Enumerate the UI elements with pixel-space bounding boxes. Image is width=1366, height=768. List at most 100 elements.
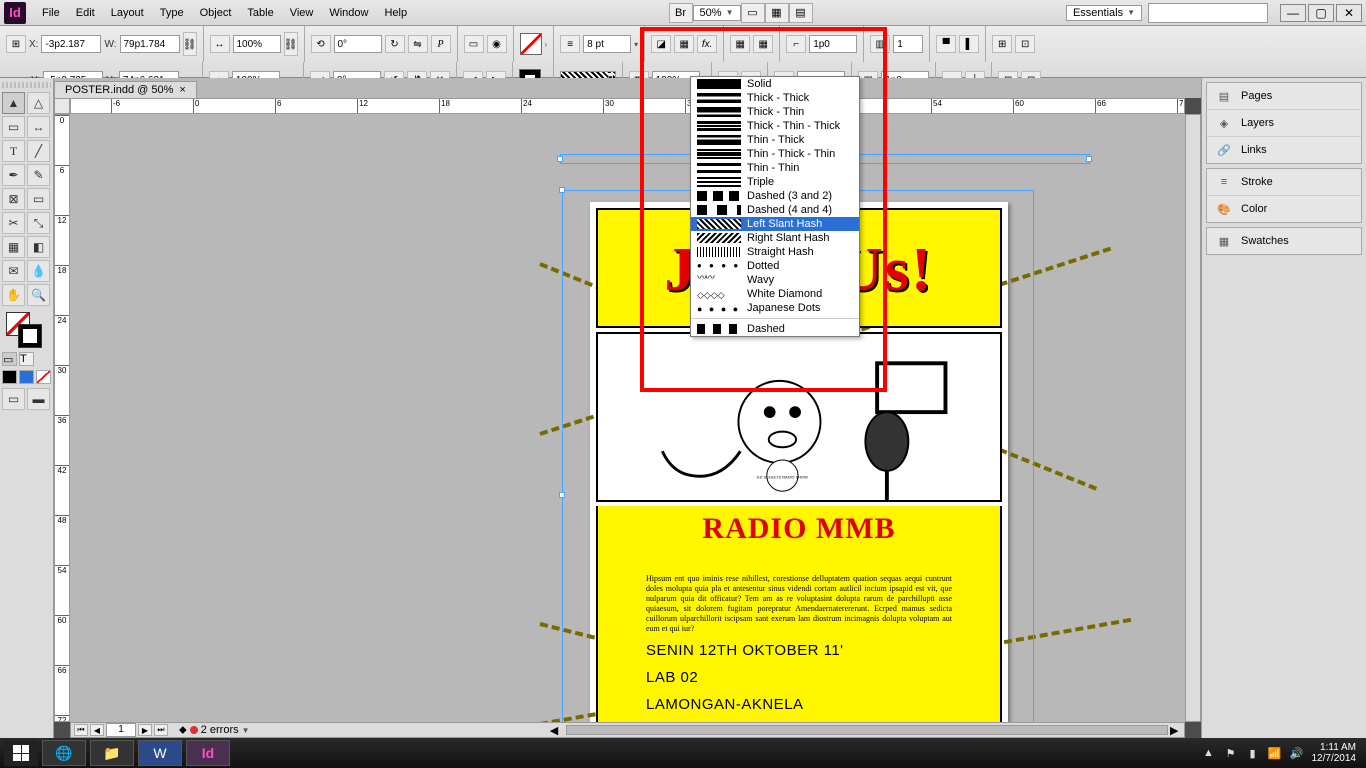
rotate-cw-icon[interactable]: ↻: [385, 35, 405, 53]
col-num-input[interactable]: 1: [893, 35, 923, 53]
free-transform-tool[interactable]: ⤡: [27, 212, 50, 234]
fill-stroke-swatch[interactable]: [2, 312, 51, 348]
opacity-icon[interactable]: ▦: [674, 35, 694, 53]
stroke-option-dashed-4-and-4-[interactable]: Dashed (4 and 4): [691, 203, 859, 217]
rotate-input[interactable]: 0°: [334, 35, 382, 53]
stroke-type-dropdown[interactable]: SolidThick - ThickThick - ThinThick - Th…: [690, 76, 860, 337]
select-content-icon[interactable]: ◉: [487, 35, 507, 53]
canvas[interactable]: JOIN Us! ED SCHULTZ RADIO SHOW RADIO MMB…: [70, 114, 1185, 722]
panel-stroke[interactable]: ≡Stroke: [1207, 169, 1361, 196]
stroke-option-triple[interactable]: Triple: [691, 175, 859, 189]
tray-network-icon[interactable]: 📶: [1268, 746, 1282, 760]
tray-volume-icon[interactable]: 🔊: [1290, 746, 1304, 760]
next-page-button[interactable]: ▶: [138, 724, 152, 736]
start-button[interactable]: [4, 740, 38, 766]
minimize-button[interactable]: —: [1280, 4, 1306, 22]
effects-icon[interactable]: fx.: [697, 35, 717, 53]
ruler-origin[interactable]: [54, 98, 70, 114]
menu-view[interactable]: View: [282, 7, 322, 19]
select-container-icon[interactable]: ▭: [464, 35, 484, 53]
auto-fit-icon[interactable]: ⊡: [1015, 35, 1035, 53]
vertical-scrollbar[interactable]: [1185, 114, 1201, 722]
rectangle-frame-tool[interactable]: ⊠: [2, 188, 25, 210]
stroke-option-japanese-dots[interactable]: Japanese Dots: [691, 301, 859, 315]
pen-tool[interactable]: ✒: [2, 164, 25, 186]
note-tool[interactable]: ✉: [2, 260, 25, 282]
scroll-left-button[interactable]: ◀: [550, 724, 564, 736]
maximize-button[interactable]: ▢: [1308, 4, 1334, 22]
arrange-icon[interactable]: ▦: [765, 3, 789, 23]
type-tool[interactable]: T: [2, 140, 25, 162]
flip-h-icon[interactable]: ⇋: [408, 35, 428, 53]
gradient-swatch-tool[interactable]: ▦: [2, 236, 25, 258]
task-chrome[interactable]: 🌐: [42, 740, 86, 766]
tray-battery-icon[interactable]: ▮: [1246, 746, 1260, 760]
bridge-icon[interactable]: Br: [669, 3, 693, 23]
formatting-text-icon[interactable]: T: [19, 352, 34, 366]
task-indesign[interactable]: Id: [186, 740, 230, 766]
task-word[interactable]: W: [138, 740, 182, 766]
wrap-bounding-icon[interactable]: ▦: [753, 35, 773, 53]
line-tool[interactable]: ╱: [27, 140, 50, 162]
rectangle-tool[interactable]: ▭: [27, 188, 50, 210]
stroke-option-thick-thin-thick[interactable]: Thick - Thin - Thick: [691, 119, 859, 133]
align-top-icon[interactable]: ▀: [936, 35, 956, 53]
panel-layers[interactable]: ◈Layers: [1207, 110, 1361, 137]
first-page-button[interactable]: ⏮: [74, 724, 88, 736]
menu-object[interactable]: Object: [192, 7, 240, 19]
document-tab[interactable]: POSTER.indd @ 50%×: [54, 81, 197, 98]
gradient-feather-tool[interactable]: ◧: [27, 236, 50, 258]
stroke-option-right-slant-hash[interactable]: Right Slant Hash: [691, 231, 859, 245]
task-explorer[interactable]: 📁: [90, 740, 134, 766]
wrap-none-icon[interactable]: ▦: [730, 35, 750, 53]
stroke-option-thin-thick[interactable]: Thin - Thick: [691, 133, 859, 147]
selection-tool[interactable]: ▲: [2, 92, 25, 114]
stroke-option-dashed[interactable]: Dashed: [691, 322, 859, 336]
stroke-option-straight-hash[interactable]: Straight Hash: [691, 245, 859, 259]
stroke-option-white-diamond[interactable]: White Diamond: [691, 287, 859, 301]
align-left-icon[interactable]: ▌: [959, 35, 979, 53]
balance-icon[interactable]: ⊞: [992, 35, 1012, 53]
stroke-option-left-slant-hash[interactable]: Left Slant Hash: [691, 217, 859, 231]
hand-tool[interactable]: ✋: [2, 284, 25, 306]
workspace-switcher[interactable]: Essentials▼: [1066, 5, 1142, 21]
col1-input[interactable]: 1p0: [809, 35, 857, 53]
screen-mode-icon[interactable]: ▭: [741, 3, 765, 23]
x-input[interactable]: -3p2.187: [41, 35, 101, 53]
drop-shadow-icon[interactable]: ◪: [651, 35, 671, 53]
tray-up-icon[interactable]: ▲: [1202, 746, 1216, 760]
stroke-weight-input[interactable]: 8 pt: [583, 35, 631, 53]
panel-links[interactable]: 🔗Links: [1207, 137, 1361, 163]
close-button[interactable]: ✕: [1336, 4, 1362, 22]
apply-none-icon[interactable]: [36, 370, 51, 384]
zoom-level[interactable]: 50%▼: [693, 5, 741, 21]
eyedropper-tool[interactable]: 💧: [27, 260, 50, 282]
reference-point-icon[interactable]: ⊞: [6, 35, 26, 53]
panel-pages[interactable]: ▤Pages: [1207, 83, 1361, 110]
scale-x-input[interactable]: 100%: [233, 35, 281, 53]
panel-color[interactable]: 🎨Color: [1207, 196, 1361, 222]
menu-window[interactable]: Window: [321, 7, 376, 19]
tray-flag-icon[interactable]: ⚑: [1224, 746, 1238, 760]
formatting-container-icon[interactable]: ▭: [2, 352, 17, 366]
text-on-path-icon[interactable]: P: [431, 35, 451, 53]
fill-swatch[interactable]: [520, 33, 542, 55]
preflight-status[interactable]: ⬥ 2 errors▼: [179, 724, 250, 737]
stroke-option-thick-thick[interactable]: Thick - Thick: [691, 91, 859, 105]
view-options-icon[interactable]: ▤: [789, 3, 813, 23]
close-tab-icon[interactable]: ×: [179, 84, 185, 96]
direct-selection-tool[interactable]: △: [27, 92, 50, 114]
stroke-option-solid[interactable]: Solid: [691, 77, 859, 91]
link-wh-icon[interactable]: ⛓: [183, 32, 197, 56]
stroke-option-dotted[interactable]: Dotted: [691, 259, 859, 273]
stroke-option-thin-thick-thin[interactable]: Thin - Thick - Thin: [691, 147, 859, 161]
search-input[interactable]: [1148, 3, 1268, 23]
menu-file[interactable]: File: [34, 7, 68, 19]
apply-gradient-icon[interactable]: [19, 370, 34, 384]
link-scale-icon[interactable]: ⛓: [284, 32, 298, 56]
corner-icon[interactable]: ⌐: [786, 35, 806, 53]
menu-layout[interactable]: Layout: [103, 7, 152, 19]
stroke-option-thick-thin[interactable]: Thick - Thin: [691, 105, 859, 119]
stroke-option-dashed-3-and-2-[interactable]: Dashed (3 and 2): [691, 189, 859, 203]
page-tool[interactable]: ▭: [2, 116, 25, 138]
